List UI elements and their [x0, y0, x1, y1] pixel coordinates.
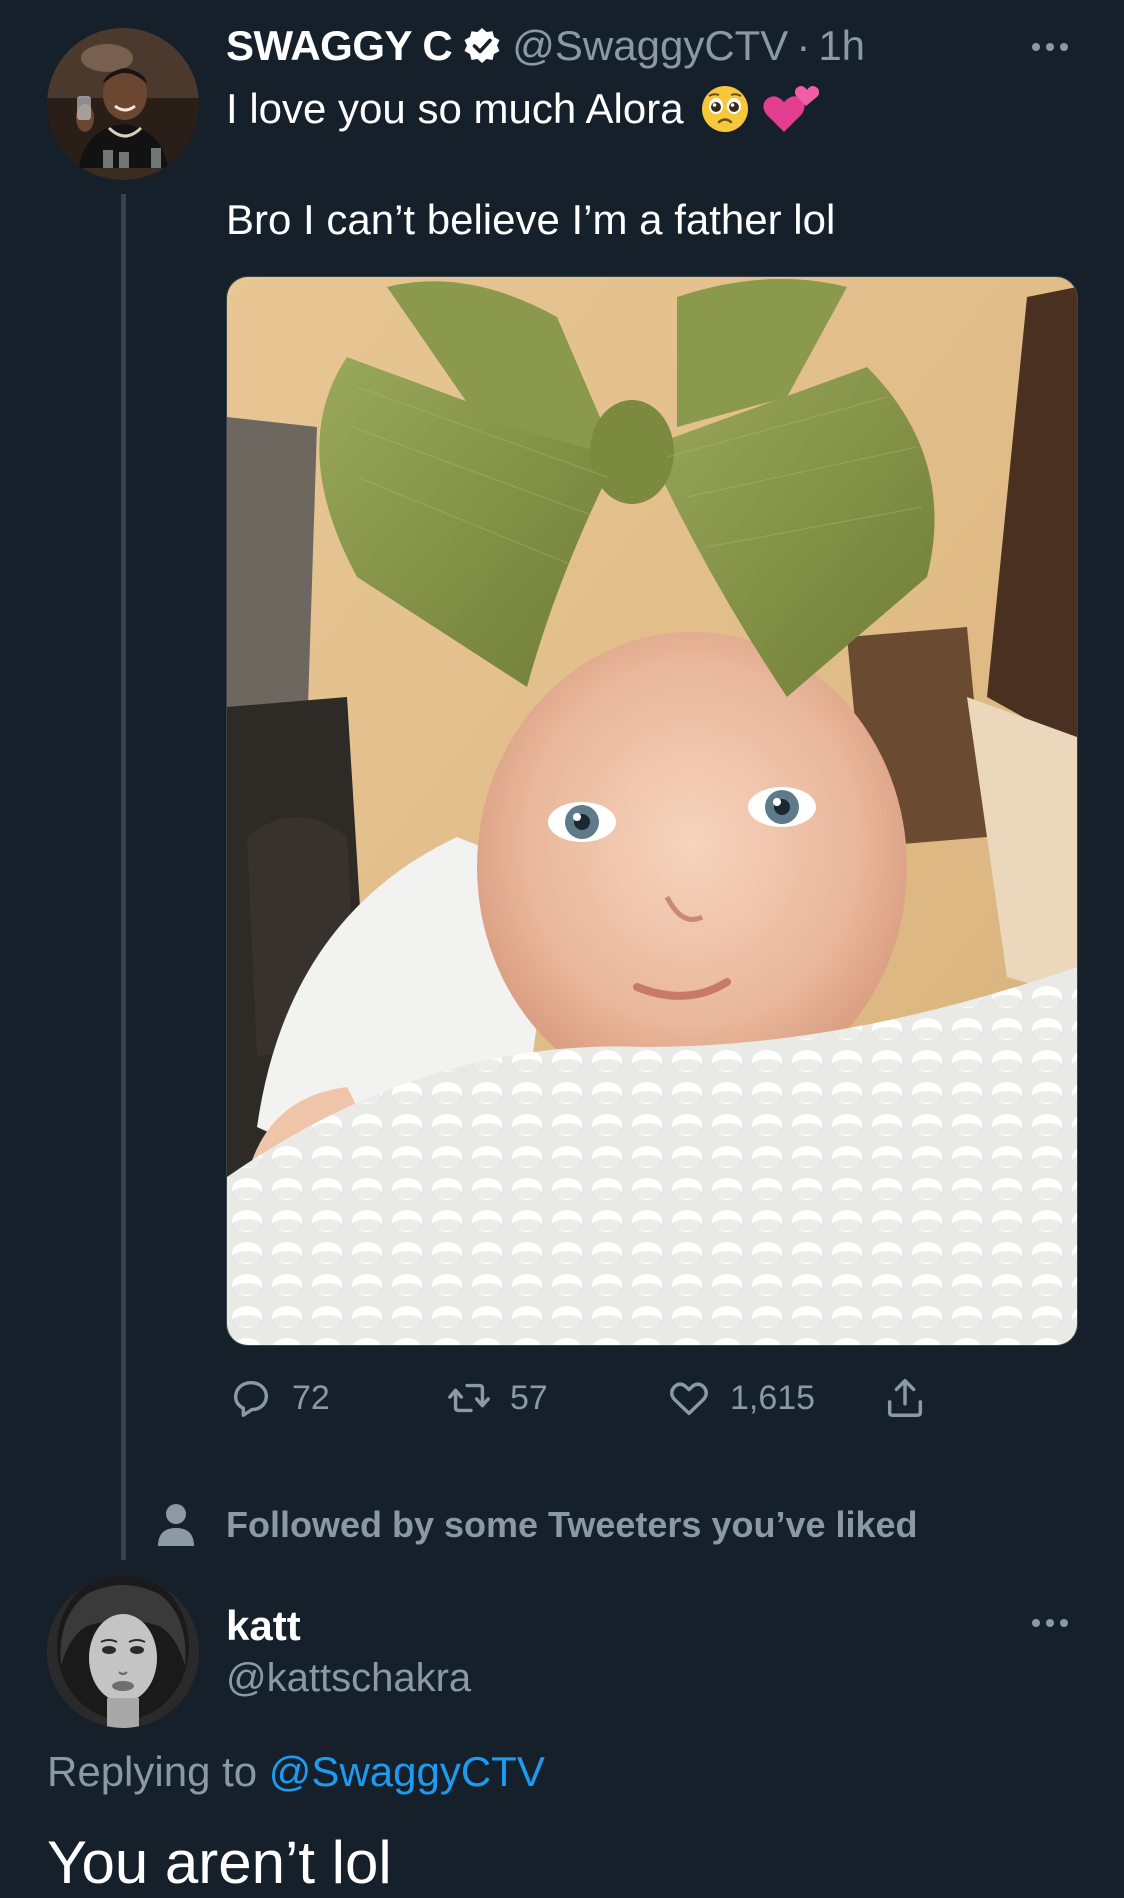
tweet-text-first: I love you so much Alora	[226, 85, 684, 132]
social-context: Followed by some Tweeters you’ve liked	[156, 1500, 918, 1550]
replying-to-context: Replying to @SwaggyCTV	[47, 1748, 545, 1796]
katt-avatar[interactable]	[47, 1576, 199, 1728]
more-dot-icon	[1060, 43, 1068, 51]
social-context-text: Followed by some Tweeters you’ve liked	[226, 1504, 918, 1545]
tweet-screen: SWAGGY C @SwaggyCTV · 1h I love you so m…	[0, 0, 1124, 1898]
pleading-face-emoji-icon	[700, 84, 750, 134]
reply-more-options-button[interactable]	[1020, 1608, 1080, 1638]
reply-author-display-name[interactable]: katt	[226, 1602, 301, 1650]
tweet-photo[interactable]	[226, 276, 1078, 1346]
avatar-photo	[47, 1576, 199, 1728]
heart-icon	[670, 1382, 708, 1416]
like-count: 1,615	[730, 1378, 816, 1417]
tweet-timestamp[interactable]: 1h	[818, 22, 865, 70]
retweet-button[interactable]: 57	[446, 1370, 548, 1426]
header-separator: ·	[796, 22, 811, 69]
verified-badge-icon	[462, 26, 502, 66]
more-dot-icon	[1046, 43, 1054, 51]
more-dot-icon	[1060, 1619, 1068, 1627]
two-hearts-emoji-icon	[762, 82, 820, 136]
reply-bubble-icon	[233, 1380, 269, 1417]
replying-to-mention-link[interactable]: @SwaggyCTV	[269, 1748, 545, 1795]
more-dot-icon	[1032, 1619, 1040, 1627]
retweet-icon	[448, 1383, 490, 1413]
thread-connector-line	[121, 194, 126, 1560]
reply-count: 72	[292, 1378, 330, 1417]
more-options-button[interactable]	[1020, 32, 1080, 62]
tweet-text-line: I love you so much Alora	[226, 82, 820, 136]
like-button[interactable]: 1,615	[666, 1370, 815, 1426]
tweet-header: SWAGGY C @SwaggyCTV · 1h	[226, 18, 865, 74]
author-handle[interactable]: @SwaggyCTV	[512, 22, 788, 70]
reply-tweet-text: You aren’t lol	[47, 1829, 392, 1896]
more-dot-icon	[1046, 1619, 1054, 1627]
share-button[interactable]	[882, 1370, 928, 1426]
person-icon	[158, 1504, 194, 1546]
share-upload-icon	[887, 1379, 923, 1417]
swaggy-c-avatar[interactable]	[47, 28, 199, 180]
reply-button[interactable]: 72	[228, 1370, 330, 1426]
reply-author-handle[interactable]: @kattschakra	[226, 1656, 471, 1701]
more-dot-icon	[1032, 43, 1040, 51]
tweet-text-second: Bro I can’t believe I’m a father lol	[226, 196, 836, 243]
baby-photo-image	[227, 277, 1077, 1345]
avatar-photo	[47, 28, 199, 180]
author-display-name[interactable]: SWAGGY C	[226, 22, 453, 70]
replying-to-label: Replying to	[47, 1748, 269, 1795]
retweet-count: 57	[510, 1378, 548, 1417]
